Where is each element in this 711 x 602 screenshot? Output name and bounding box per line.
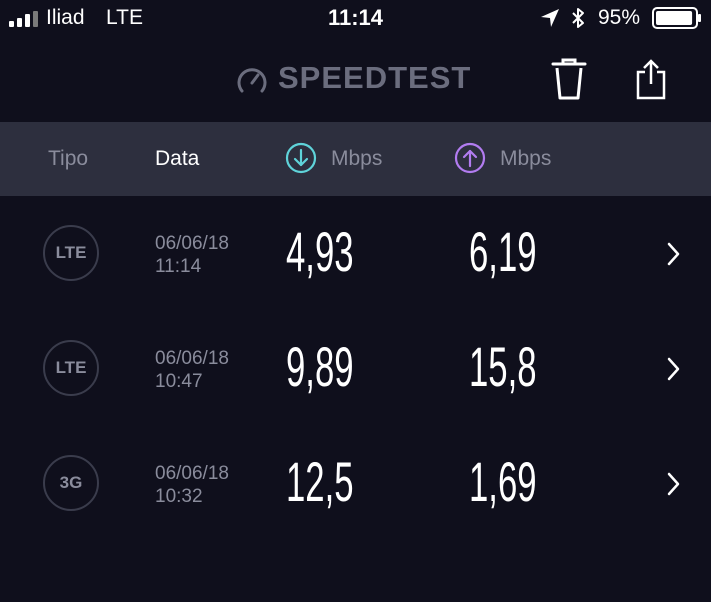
download-speed: 9,89	[286, 335, 354, 398]
battery-icon	[652, 7, 701, 29]
chevron-right-icon[interactable]	[664, 241, 682, 267]
sort-by-download[interactable]: Mbps	[331, 147, 382, 171]
result-date: 06/06/18	[155, 463, 229, 484]
app-logo-text: SPEEDTEST	[278, 60, 472, 95]
upload-arrow-icon[interactable]	[454, 142, 486, 174]
results-column-header: Tipo Data Mbps Mbps	[0, 122, 711, 196]
trash-icon[interactable]	[551, 58, 587, 102]
result-row[interactable]: LTE 06/06/18 11:14 4,93 6,19	[0, 198, 711, 313]
download-arrow-icon[interactable]	[285, 142, 317, 174]
speedtest-gauge-icon	[237, 68, 267, 93]
bluetooth-icon	[572, 8, 584, 28]
connection-type-badge: LTE	[43, 340, 99, 396]
upload-speed: 1,69	[469, 450, 537, 513]
upload-speed: 15,8	[469, 335, 537, 398]
result-time: 10:32	[155, 486, 203, 507]
sort-by-date[interactable]: Data	[155, 147, 199, 171]
download-speed: 12,5	[286, 450, 354, 513]
connection-type-badge: LTE	[43, 225, 99, 281]
location-arrow-icon	[541, 9, 559, 27]
chevron-right-icon[interactable]	[664, 356, 682, 382]
connection-type-badge: 3G	[43, 455, 99, 511]
download-speed: 4,93	[286, 220, 354, 283]
chevron-right-icon[interactable]	[664, 471, 682, 497]
app-header: SPEEDTEST	[0, 38, 711, 122]
result-row[interactable]: 3G 06/06/18 10:32 12,5 1,69	[0, 428, 711, 543]
share-icon[interactable]	[634, 58, 668, 100]
result-date: 06/06/18	[155, 348, 229, 369]
result-date: 06/06/18	[155, 233, 229, 254]
result-row[interactable]: LTE 06/06/18 10:47 9,89 15,8	[0, 313, 711, 428]
result-time: 10:47	[155, 371, 203, 392]
battery-percentage: 95%	[598, 6, 641, 29]
status-bar: Iliad LTE 11:14 95%	[0, 0, 711, 38]
sort-by-type[interactable]: Tipo	[48, 147, 88, 171]
upload-speed: 6,19	[469, 220, 537, 283]
result-time: 11:14	[155, 256, 202, 277]
sort-by-upload[interactable]: Mbps	[500, 147, 551, 171]
